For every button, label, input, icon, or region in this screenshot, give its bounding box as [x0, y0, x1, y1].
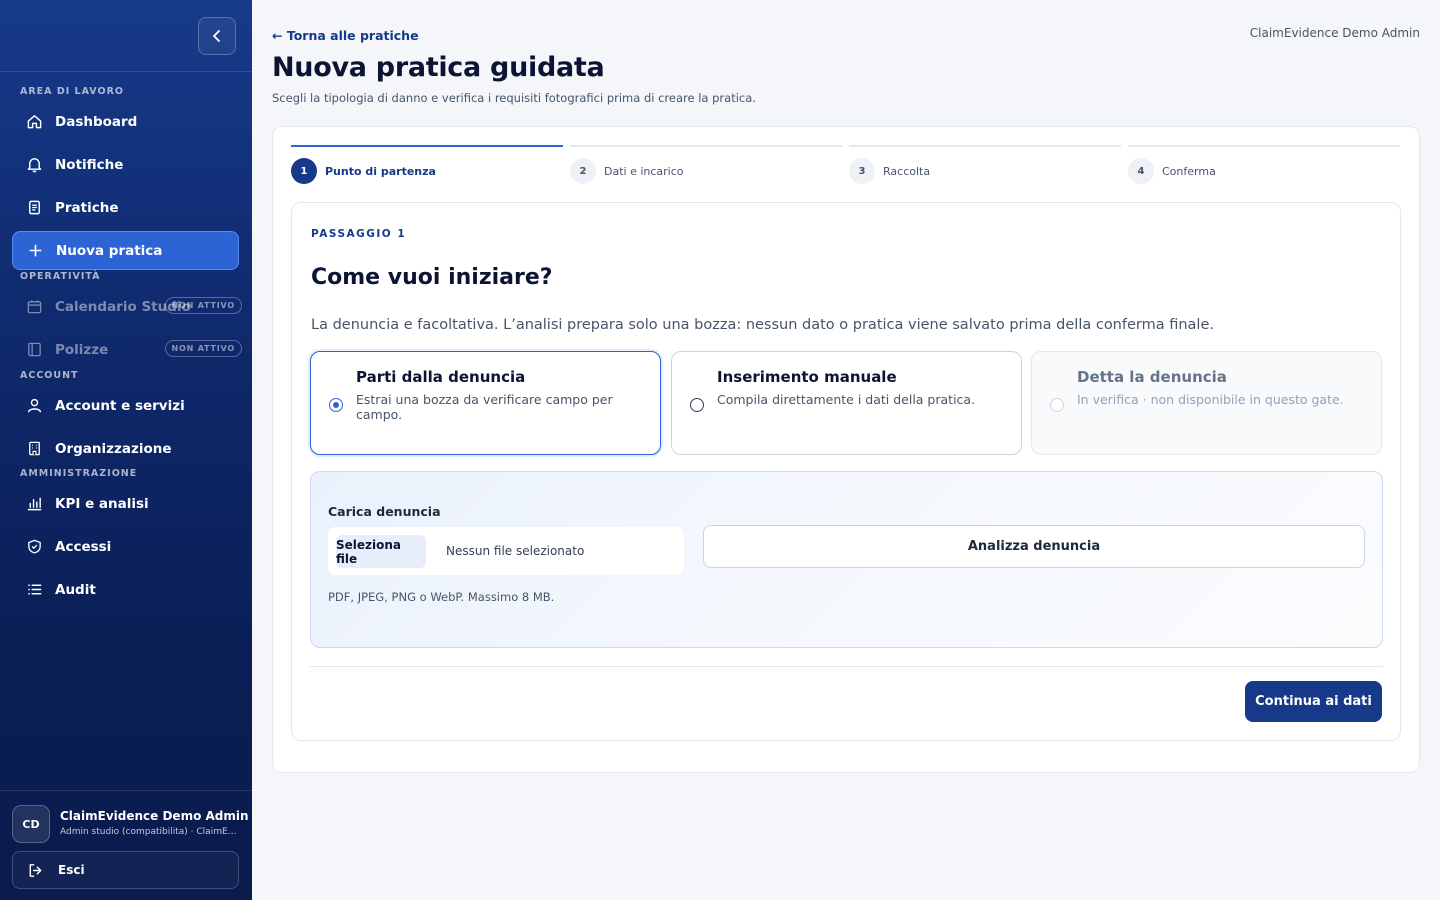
user-role: Admin studio (compatibilita) · ClaimEvid… — [60, 827, 240, 837]
step-label: Conferma — [1162, 165, 1216, 178]
plus-icon — [26, 242, 44, 260]
option-description: Estrai una bozza da verificare campo per… — [356, 392, 613, 422]
upload-panel: Carica denuncia Seleziona file Nessun fi… — [310, 471, 1383, 648]
sidebar-item-kpi-e-analisi[interactable]: KPI e analisi — [12, 484, 239, 523]
sidebar-item-pratiche[interactable]: Pratiche — [12, 188, 239, 227]
policy-icon — [25, 341, 43, 359]
building-icon — [25, 440, 43, 458]
chevron-left-icon — [213, 30, 220, 42]
bar-chart-icon — [25, 495, 43, 513]
list-icon — [25, 581, 43, 599]
sidebar-item-label: Audit — [55, 581, 96, 598]
user-icon — [25, 397, 43, 415]
sidebar-item-accessi[interactable]: Accessi — [12, 527, 239, 566]
back-to-cases-link[interactable]: ← Torna alle pratiche — [272, 28, 419, 43]
document-icon — [25, 199, 43, 217]
sidebar-item-calendario-studio[interactable]: Calendario Studio NON ATTIVO — [12, 287, 242, 326]
sidebar-item-label: Polizze — [55, 341, 109, 358]
radio-button[interactable] — [690, 398, 704, 412]
sidebar-item-audit[interactable]: Audit — [12, 570, 239, 609]
collapse-sidebar-button[interactable] — [198, 17, 236, 55]
option-parti-dalla-denuncia[interactable]: Parti dalla denuncia Estrai una bozza da… — [310, 351, 661, 455]
logout-label: Esci — [58, 863, 85, 877]
logout-icon — [29, 863, 42, 877]
page-subtitle: Scegli la tipologia di danno e verifica … — [272, 91, 756, 105]
sidebar-item-nuova-pratica[interactable]: Nuova pratica — [12, 231, 239, 270]
shield-icon — [25, 538, 43, 556]
step-punto-di-partenza[interactable]: 1 Punto di partenza — [291, 145, 563, 185]
step-number: 3 — [849, 158, 875, 184]
option-title: Inserimento manuale — [717, 368, 897, 386]
home-icon — [25, 113, 43, 131]
upload-hint: PDF, JPEG, PNG o WebP. Massimo 8 MB. — [328, 590, 555, 604]
option-description: Compila direttamente i dati della pratic… — [717, 392, 976, 407]
upload-label: Carica denuncia — [328, 504, 441, 519]
selected-file-name: Nessun file selezionato — [446, 544, 585, 558]
sidebar-item-organizzazione[interactable]: Organizzazione — [12, 429, 239, 468]
sidebar-item-dashboard[interactable]: Dashboard — [12, 102, 239, 141]
radio-button[interactable] — [329, 398, 343, 412]
sidebar-item-account-e-servizi[interactable]: Account e servizi — [12, 386, 239, 425]
inactive-badge: NON ATTIVO — [164, 297, 242, 314]
continue-button[interactable]: Continua ai dati — [1245, 681, 1382, 722]
analyze-claim-button[interactable]: Analizza denuncia — [703, 525, 1365, 568]
wizard-card: 1 Punto di partenza 2 Dati e incarico 3 … — [272, 126, 1420, 773]
bell-icon — [25, 156, 43, 174]
step-panel: PASSAGGIO 1 Come vuoi iniziare? La denun… — [291, 202, 1401, 741]
sidebar-footer: CD ClaimEvidence Demo Admin Admin studio… — [0, 790, 252, 889]
sidebar-item-label: KPI e analisi — [55, 495, 149, 512]
step-label: Dati e incarico — [604, 165, 684, 178]
step-dati-e-incarico[interactable]: 2 Dati e incarico — [570, 145, 842, 185]
option-detta-la-denuncia: Detta la denuncia In verifica · non disp… — [1031, 351, 1382, 455]
header-user-name: ClaimEvidence Demo Admin — [1249, 26, 1420, 40]
sidebar-item-label: Organizzazione — [55, 440, 172, 457]
section-label-workspace: AREA DI LAVORO — [20, 86, 124, 97]
sidebar-item-polizze[interactable]: Polizze NON ATTIVO — [12, 330, 242, 369]
step-heading: Come vuoi iniziare? — [311, 265, 553, 290]
logout-button[interactable]: Esci — [12, 851, 239, 889]
select-file-button[interactable]: Seleziona file — [336, 535, 426, 568]
section-label-account: ACCOUNT — [20, 370, 79, 381]
step-raccolta[interactable]: 3 Raccolta — [849, 145, 1121, 185]
step-number: 4 — [1128, 158, 1154, 184]
sidebar: AREA DI LAVORO Dashboard Notifiche Prati… — [0, 0, 252, 900]
sidebar-header — [0, 0, 252, 72]
inactive-badge: NON ATTIVO — [164, 340, 242, 357]
calendar-icon — [25, 298, 43, 316]
section-label-operations: OPERATIVITÀ — [20, 271, 101, 282]
file-input[interactable]: Seleziona file Nessun file selezionato — [328, 527, 684, 575]
page-title: Nuova pratica guidata — [272, 52, 605, 83]
step-conferma[interactable]: 4 Conferma — [1128, 145, 1400, 185]
option-title: Parti dalla denuncia — [356, 368, 526, 386]
step-kicker: PASSAGGIO 1 — [311, 228, 407, 240]
step-description: La denuncia e facoltativa. L’analisi pre… — [311, 317, 1214, 333]
user-name: ClaimEvidence Demo Admin — [60, 809, 249, 823]
step-label: Raccolta — [883, 165, 931, 178]
sidebar-item-label: Pratiche — [55, 199, 119, 216]
sidebar-item-label: Dashboard — [55, 113, 138, 130]
step-number: 2 — [570, 158, 596, 184]
sidebar-item-label: Notifiche — [55, 156, 124, 173]
sidebar-item-notifiche[interactable]: Notifiche — [12, 145, 239, 184]
radio-button — [1050, 398, 1064, 412]
step-label: Punto di partenza — [325, 165, 436, 178]
option-inserimento-manuale[interactable]: Inserimento manuale Compila direttamente… — [671, 351, 1022, 455]
sidebar-item-label: Nuova pratica — [56, 242, 163, 259]
sidebar-item-label: Accessi — [55, 538, 112, 555]
sidebar-item-label: Account e servizi — [55, 397, 185, 414]
avatar: CD — [12, 805, 50, 843]
option-description: In verifica · non disponibile in questo … — [1077, 392, 1344, 407]
divider — [310, 666, 1383, 667]
section-label-admin: AMMINISTRAZIONE — [20, 468, 138, 479]
option-title: Detta la denuncia — [1077, 368, 1227, 386]
step-number: 1 — [291, 158, 317, 184]
